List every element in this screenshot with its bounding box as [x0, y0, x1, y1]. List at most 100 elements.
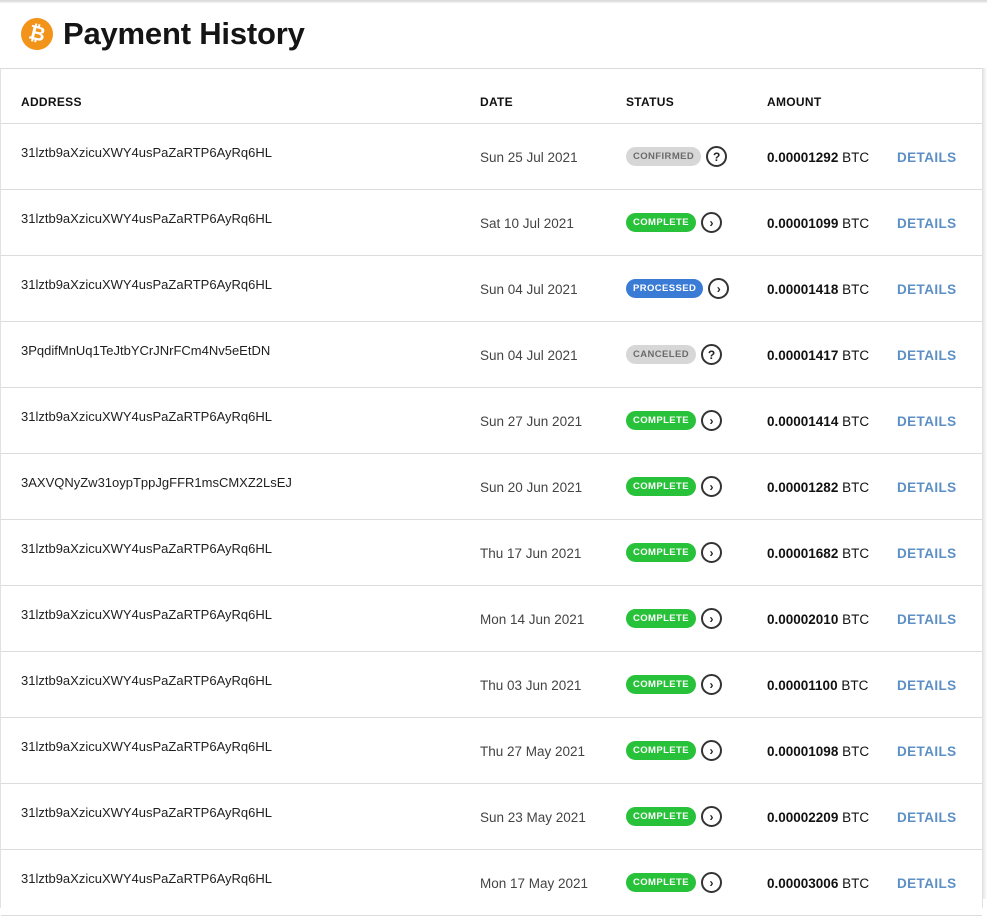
currency-label: BTC — [842, 546, 870, 561]
amount-value: 0.00001100 — [767, 678, 838, 693]
payment-status: COMPLETE › — [626, 410, 722, 431]
currency-label: BTC — [842, 150, 870, 165]
question-icon[interactable]: ? — [700, 344, 722, 365]
status-badge: COMPLETE — [626, 213, 696, 232]
chevron-right-icon[interactable]: › — [700, 542, 722, 563]
table-row: 31lztb9aXzicuXWY4usPaZaRTP6AyRq6HL Sun 25… — [1, 124, 982, 190]
currency-label: BTC — [842, 414, 870, 429]
payment-amount: 0.00001282 BTC — [767, 480, 869, 495]
details-link[interactable]: DETAILS — [897, 480, 957, 495]
status-badge: COMPLETE — [626, 873, 696, 892]
payment-status: COMPLETE › — [626, 872, 722, 893]
payment-status: COMPLETE › — [626, 212, 722, 233]
payment-history-table: ADDRESS DATE STATUS AMOUNT 31lztb9aXzicu… — [0, 68, 983, 916]
status-badge: COMPLETE — [626, 411, 696, 430]
details-link[interactable]: DETAILS — [897, 216, 957, 231]
column-header-amount: AMOUNT — [767, 95, 822, 109]
bitcoin-logo-icon: ₿ — [17, 14, 57, 54]
amount-value: 0.00001417 — [767, 348, 839, 363]
payment-address: 31lztb9aXzicuXWY4usPaZaRTP6AyRq6HL — [21, 805, 272, 820]
chevron-right-icon[interactable]: › — [700, 410, 722, 431]
payment-address: 3AXVQNyZw31oypTppJgFFR1msCMXZ2LsEJ — [21, 475, 292, 490]
payment-amount: 0.00003006 BTC — [767, 876, 869, 891]
details-link[interactable]: DETAILS — [897, 282, 957, 297]
page-title: Payment History — [63, 16, 305, 51]
table-row: 31lztb9aXzicuXWY4usPaZaRTP6AyRq6HL Sat 10… — [1, 190, 982, 256]
currency-label: BTC — [842, 744, 870, 759]
details-link[interactable]: DETAILS — [897, 150, 957, 165]
chevron-right-icon[interactable]: › — [708, 278, 730, 299]
status-badge: CANCELED — [626, 345, 696, 364]
amount-value: 0.00001682 — [767, 546, 839, 561]
payment-address: 31lztb9aXzicuXWY4usPaZaRTP6AyRq6HL — [21, 145, 272, 160]
table-row: 31lztb9aXzicuXWY4usPaZaRTP6AyRq6HL Sun 27… — [1, 388, 982, 454]
amount-value: 0.00001414 — [767, 414, 839, 429]
payment-date: Sun 20 Jun 2021 — [480, 480, 583, 495]
payment-date: Mon 17 May 2021 — [480, 876, 589, 891]
amount-value: 0.00003006 — [767, 876, 839, 891]
table-row: 31lztb9aXzicuXWY4usPaZaRTP6AyRq6HL Sun 23… — [1, 784, 982, 850]
payment-address: 31lztb9aXzicuXWY4usPaZaRTP6AyRq6HL — [21, 673, 272, 688]
column-header-status: STATUS — [626, 95, 675, 109]
details-link[interactable]: DETAILS — [897, 810, 957, 825]
chevron-right-icon[interactable]: › — [700, 476, 722, 497]
payment-date: Sun 04 Jul 2021 — [480, 282, 578, 297]
amount-value: 0.00001098 — [767, 744, 839, 759]
payment-amount: 0.00001417 BTC — [767, 348, 869, 363]
status-badge: COMPLETE — [626, 675, 696, 694]
payment-address: 3PqdifMnUq1TeJtbYCrJNrFCm4Nv5eEtDN — [21, 343, 271, 358]
payment-address: 31lztb9aXzicuXWY4usPaZaRTP6AyRq6HL — [21, 871, 272, 886]
payment-status: COMPLETE › — [626, 476, 722, 497]
chevron-right-icon[interactable]: › — [700, 212, 722, 233]
details-link[interactable]: DETAILS — [897, 414, 957, 429]
status-badge: COMPLETE — [626, 543, 696, 562]
payment-date: Sun 23 May 2021 — [480, 810, 586, 825]
table-row: 3PqdifMnUq1TeJtbYCrJNrFCm4Nv5eEtDN Sun 04… — [1, 322, 982, 388]
payment-amount: 0.00001098 BTC — [767, 744, 869, 759]
payment-status: COMPLETE › — [626, 674, 722, 695]
chevron-right-icon[interactable]: › — [700, 608, 722, 629]
question-icon[interactable]: ? — [706, 146, 728, 167]
status-badge: CONFIRMED — [626, 147, 702, 166]
payment-date: Mon 14 Jun 2021 — [480, 612, 585, 627]
payment-status: COMPLETE › — [626, 740, 722, 761]
payment-amount: 0.00001414 BTC — [767, 414, 869, 429]
table-row: 31lztb9aXzicuXWY4usPaZaRTP6AyRq6HL Mon 14… — [1, 586, 982, 652]
amount-value: 0.00001292 — [767, 150, 839, 165]
chevron-right-icon[interactable]: › — [700, 740, 722, 761]
chevron-right-icon[interactable]: › — [700, 872, 722, 893]
details-link[interactable]: DETAILS — [897, 348, 957, 363]
status-badge: COMPLETE — [626, 807, 696, 826]
currency-label: BTC — [842, 480, 870, 495]
column-header-address: ADDRESS — [21, 95, 82, 109]
status-badge: PROCESSED — [626, 279, 704, 298]
currency-label: BTC — [841, 678, 869, 693]
payment-status: CONFIRMED? — [626, 146, 728, 167]
payment-amount: 0.00002209 BTC — [767, 810, 869, 825]
payment-status: CANCELED? — [626, 344, 722, 365]
currency-label: BTC — [842, 810, 870, 825]
payment-amount: 0.00001099 BTC — [767, 216, 869, 231]
currency-label: BTC — [842, 348, 870, 363]
payment-date: Sun 25 Jul 2021 — [480, 150, 578, 165]
chevron-right-icon[interactable]: › — [700, 674, 722, 695]
payment-amount: 0.00001418 BTC — [767, 282, 869, 297]
chevron-right-icon[interactable]: › — [700, 806, 722, 827]
payment-status: COMPLETE › — [626, 542, 722, 563]
details-link[interactable]: DETAILS — [897, 678, 957, 693]
payment-date: Sun 04 Jul 2021 — [480, 348, 578, 363]
payment-date: Sun 27 Jun 2021 — [480, 414, 583, 429]
amount-value: 0.00001282 — [767, 480, 839, 495]
details-link[interactable]: DETAILS — [897, 612, 957, 627]
payment-date: Sat 10 Jul 2021 — [480, 216, 574, 231]
details-link[interactable]: DETAILS — [897, 744, 957, 759]
column-header-date: DATE — [480, 95, 513, 109]
currency-label: BTC — [842, 282, 870, 297]
details-link[interactable]: DETAILS — [897, 546, 957, 561]
status-badge: COMPLETE — [626, 477, 696, 496]
payment-amount: 0.00001292 BTC — [767, 150, 869, 165]
payment-amount: 0.00002010 BTC — [767, 612, 869, 627]
currency-label: BTC — [842, 216, 870, 231]
details-link[interactable]: DETAILS — [897, 876, 957, 891]
page-header: ₿ Payment History — [0, 0, 987, 68]
